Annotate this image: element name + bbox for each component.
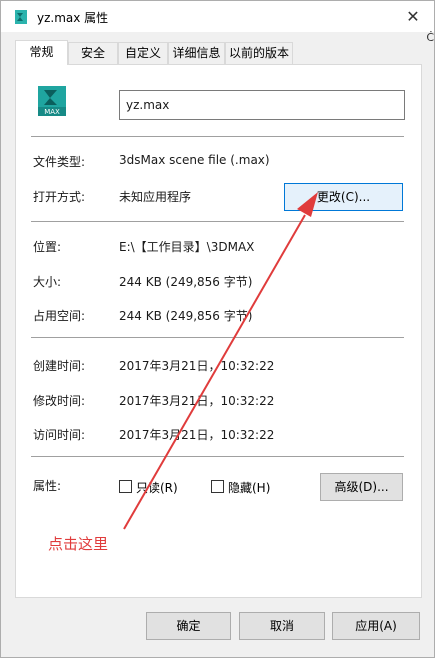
hidden-label[interactable]: 隐藏(H) xyxy=(228,479,270,496)
size-on-disk-label: 占用空间: xyxy=(33,309,86,323)
properties-window: yz.max 属性 ✕ Ċ 常规 安全 自定义 详细信息 以前的版本 MAX y… xyxy=(0,0,435,658)
edge-glyph: Ċ xyxy=(426,31,434,44)
ok-button[interactable]: 确定 xyxy=(146,612,231,640)
close-button[interactable]: ✕ xyxy=(400,5,426,29)
created-label: 创建时间: xyxy=(33,359,86,373)
size-label: 大小: xyxy=(33,275,62,289)
accessed-label: 访问时间: xyxy=(33,428,86,442)
3ds-max-file-icon xyxy=(15,10,27,24)
file-type-label: 文件类型: xyxy=(33,155,86,169)
opens-with-label: 打开方式: xyxy=(33,190,86,204)
tab-general[interactable]: 常规 xyxy=(15,40,68,65)
readonly-label[interactable]: 只读(R) xyxy=(136,479,178,496)
change-button[interactable]: 更改(C)... xyxy=(284,183,403,211)
separator xyxy=(31,456,404,457)
tab-custom[interactable]: 自定义 xyxy=(118,42,168,64)
annotation-label: 点击这里 xyxy=(48,535,109,553)
file-type-value: 3dsMax scene file (.max) xyxy=(119,153,270,167)
size-on-disk-value: 244 KB (249,856 字节) xyxy=(119,309,253,323)
icon-label: MAX xyxy=(44,108,60,116)
hidden-checkbox[interactable] xyxy=(211,480,224,493)
apply-button[interactable]: 应用(A) xyxy=(332,612,420,640)
size-value: 244 KB (249,856 字节) xyxy=(119,275,253,289)
opens-with-value: 未知应用程序 xyxy=(119,190,192,204)
3ds-max-file-icon: MAX xyxy=(38,86,66,116)
cancel-button[interactable]: 取消 xyxy=(239,612,325,640)
tab-details[interactable]: 详细信息 xyxy=(168,42,225,64)
window-title: yz.max 属性 xyxy=(37,11,109,25)
tab-previous-versions[interactable]: 以前的版本 xyxy=(225,42,293,64)
close-icon[interactable]: ✕ xyxy=(406,7,419,26)
location-label: 位置: xyxy=(33,240,62,254)
filename-field[interactable]: yz.max xyxy=(119,90,405,120)
attributes-label: 属性: xyxy=(33,479,62,493)
general-panel: MAX yz.max 文件类型: 3dsMax scene file (.max… xyxy=(15,64,422,598)
accessed-value: 2017年3月21日，10:32:22 xyxy=(119,428,275,442)
readonly-checkbox[interactable] xyxy=(119,480,132,493)
modified-value: 2017年3月21日，10:32:22 xyxy=(119,394,275,408)
advanced-button[interactable]: 高级(D)... xyxy=(320,473,403,501)
title-bar: yz.max 属性 ✕ xyxy=(1,1,434,32)
location-value: E:\【工作目录】\3DMAX xyxy=(119,240,255,254)
created-value: 2017年3月21日，10:32:22 xyxy=(119,359,275,373)
separator xyxy=(31,136,404,137)
modified-label: 修改时间: xyxy=(33,394,86,408)
tab-security[interactable]: 安全 xyxy=(68,42,118,64)
separator xyxy=(31,221,404,222)
separator xyxy=(31,337,404,338)
